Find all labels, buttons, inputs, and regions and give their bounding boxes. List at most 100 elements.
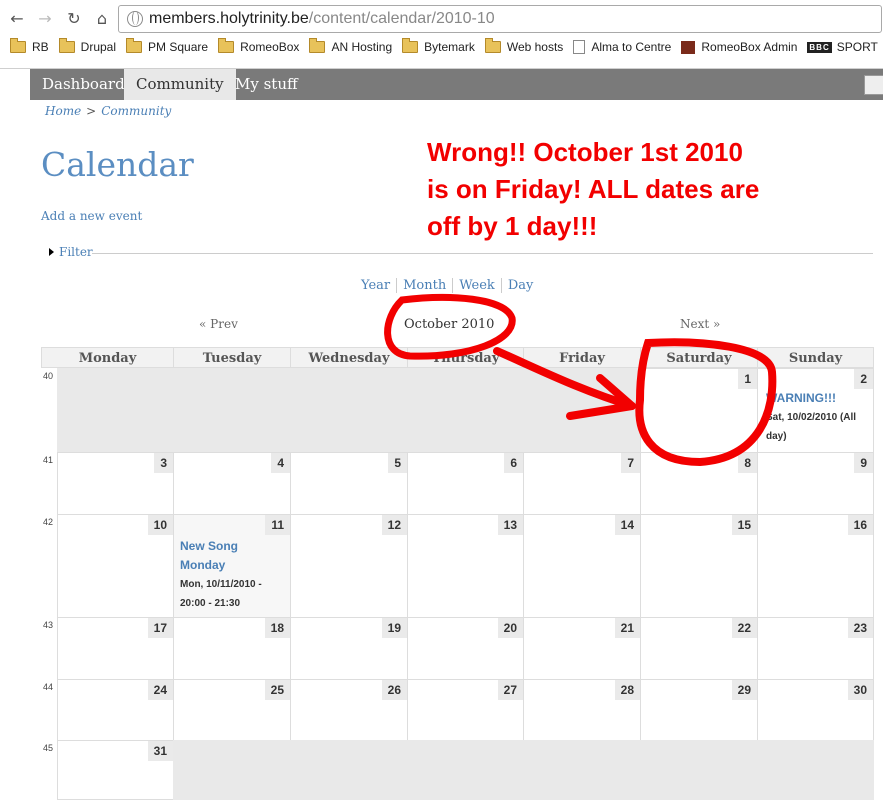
breadcrumb-home[interactable]: Home — [45, 104, 81, 118]
day-number[interactable]: 23 — [847, 618, 873, 638]
add-event-link[interactable]: Add a new event — [41, 209, 142, 223]
day-number[interactable]: 5 — [388, 453, 407, 473]
day-cell[interactable]: 14 — [523, 514, 641, 618]
breadcrumb-community[interactable]: Community — [101, 104, 171, 118]
bookmark-drupal[interactable]: Drupal — [58, 38, 116, 54]
event-warning[interactable]: WARNING!!! Sat, 10/02/2010 (All day) — [766, 389, 871, 446]
day-cell[interactable]: 23 — [757, 617, 874, 680]
day-cell[interactable]: 26 — [290, 679, 408, 741]
day-cell[interactable]: 28 — [523, 679, 641, 741]
day-number[interactable]: 27 — [497, 680, 523, 700]
bookmark-rb[interactable]: RB — [10, 38, 49, 54]
day-number[interactable]: 15 — [731, 515, 757, 535]
bookmark-an-hosting[interactable]: AN Hosting — [309, 38, 392, 54]
day-number[interactable]: 8 — [738, 453, 757, 473]
day-number[interactable]: 19 — [381, 618, 407, 638]
day-number[interactable]: 10 — [147, 515, 173, 535]
day-number[interactable]: 1 — [738, 369, 757, 389]
event-title-line-1[interactable]: New Song — [180, 537, 262, 556]
view-year[interactable]: Year — [355, 278, 398, 293]
day-number[interactable]: 4 — [271, 453, 290, 473]
week-number[interactable]: 43 — [41, 617, 57, 630]
day-number[interactable]: 11 — [265, 515, 290, 535]
day-cell[interactable]: 24 — [57, 679, 174, 741]
day-number[interactable]: 21 — [614, 618, 640, 638]
day-cell[interactable]: 22 — [640, 617, 758, 680]
week-number[interactable]: 41 — [41, 452, 57, 465]
day-cell[interactable]: 21 — [523, 617, 641, 680]
bookmark-romeobox-admin[interactable]: RomeoBox Admin — [681, 40, 797, 54]
filter-toggle[interactable]: Filter — [49, 245, 93, 259]
day-number[interactable]: 22 — [731, 618, 757, 638]
tab-dashboard[interactable]: Dashboard — [30, 69, 137, 100]
day-number[interactable]: 14 — [614, 515, 640, 535]
day-number[interactable]: 7 — [621, 453, 640, 473]
day-number[interactable]: 29 — [731, 680, 757, 700]
reload-icon[interactable]: ↻ — [63, 7, 85, 29]
bookmark-sport[interactable]: BBC SPORT — [807, 40, 878, 54]
week-number[interactable]: 44 — [41, 679, 57, 692]
day-cell[interactable]: 12 — [290, 514, 408, 618]
day-number[interactable]: 3 — [154, 453, 173, 473]
day-number[interactable]: 17 — [147, 618, 173, 638]
day-cell[interactable]: 7 — [523, 452, 641, 515]
day-cell[interactable]: 16 — [757, 514, 874, 618]
bookmark-web-hosts[interactable]: Web hosts — [484, 38, 563, 54]
bookmark-alma[interactable]: Alma to Centre — [573, 40, 671, 54]
view-week[interactable]: Week — [453, 278, 502, 293]
day-cell[interactable]: 19 — [290, 617, 408, 680]
bookmark-bytemark[interactable]: Bytemark — [402, 38, 475, 54]
event-title-line-2[interactable]: Monday — [180, 556, 262, 575]
day-cell[interactable]: 1 — [640, 368, 758, 453]
day-number[interactable]: 20 — [497, 618, 523, 638]
day-cell[interactable]: 4 — [173, 452, 291, 515]
bookmark-pm-square[interactable]: PM Square — [126, 38, 208, 54]
view-month[interactable]: Month — [397, 278, 454, 293]
day-number[interactable]: 6 — [504, 453, 523, 473]
day-number[interactable]: 2 — [854, 369, 873, 389]
day-number[interactable]: 25 — [264, 680, 290, 700]
day-cell[interactable]: 31 — [57, 740, 174, 800]
tab-community[interactable]: Community — [124, 69, 236, 100]
day-number[interactable]: 31 — [147, 741, 173, 761]
day-number[interactable]: 30 — [847, 680, 873, 700]
day-cell[interactable]: 6 — [407, 452, 524, 515]
bookmark-romeobox[interactable]: RomeoBox — [218, 38, 299, 54]
day-number[interactable]: 16 — [847, 515, 873, 535]
day-cell[interactable]: 18 — [173, 617, 291, 680]
forward-icon[interactable]: → — [34, 7, 56, 29]
day-cell[interactable]: 3 — [57, 452, 174, 515]
tab-my-stuff[interactable]: My stuff — [223, 69, 310, 100]
day-cell[interactable]: 10 — [57, 514, 174, 618]
prev-month-link[interactable]: « Prev — [199, 317, 238, 331]
day-cell[interactable]: 20 — [407, 617, 524, 680]
view-day[interactable]: Day — [502, 278, 540, 293]
day-cell[interactable]: 29 — [640, 679, 758, 741]
day-cell[interactable]: 30 — [757, 679, 874, 741]
event-title[interactable]: WARNING!!! — [766, 389, 871, 408]
day-cell[interactable]: 17 — [57, 617, 174, 680]
day-number[interactable]: 9 — [854, 453, 873, 473]
day-number[interactable]: 28 — [614, 680, 640, 700]
day-cell[interactable]: 25 — [173, 679, 291, 741]
address-bar[interactable]: members.holytrinity.be/content/calendar/… — [118, 5, 882, 33]
day-number[interactable]: 13 — [497, 515, 523, 535]
day-cell[interactable]: 13 — [407, 514, 524, 618]
day-cell[interactable]: 9 — [757, 452, 874, 515]
day-number[interactable]: 12 — [381, 515, 407, 535]
day-cell[interactable]: 2 WARNING!!! Sat, 10/02/2010 (All day) — [757, 368, 874, 453]
week-number[interactable]: 45 — [41, 740, 57, 753]
week-number[interactable]: 42 — [41, 514, 57, 527]
week-number[interactable]: 40 — [41, 368, 57, 381]
day-cell[interactable]: 5 — [290, 452, 408, 515]
day-cell[interactable]: 27 — [407, 679, 524, 741]
day-number[interactable]: 26 — [381, 680, 407, 700]
day-number[interactable]: 24 — [147, 680, 173, 700]
back-icon[interactable]: ← — [6, 7, 28, 29]
day-number[interactable]: 18 — [264, 618, 290, 638]
day-cell[interactable]: 11 New Song Monday Mon, 10/11/2010 - 20:00 -… — [173, 514, 291, 618]
nav-search-box[interactable] — [864, 75, 883, 95]
home-icon[interactable]: ⌂ — [91, 7, 113, 29]
event-new-song-monday[interactable]: New Song Monday Mon, 10/11/2010 - 20:00 - 2… — [180, 537, 262, 613]
day-cell[interactable]: 8 — [640, 452, 758, 515]
